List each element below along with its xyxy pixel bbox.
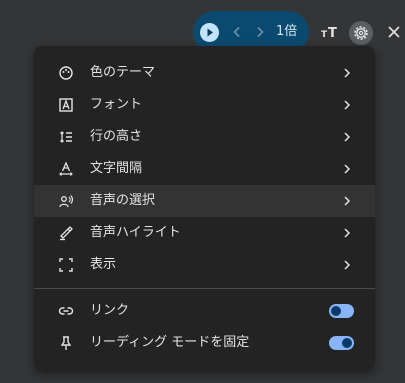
chevron-right-icon — [344, 228, 351, 238]
voice-icon — [59, 195, 74, 208]
menu-item-label: リンク — [90, 303, 130, 318]
chevron-right-icon — [344, 164, 351, 174]
gear-icon — [354, 26, 368, 40]
menu-item-label: 表示 — [90, 257, 117, 272]
chevron-right-icon — [344, 132, 351, 142]
chevron-right-icon — [344, 196, 351, 206]
chevron-right-icon — [344, 100, 351, 110]
font-icon — [59, 98, 73, 112]
menu-item-label: 行の高さ — [90, 129, 143, 144]
text-size-icon[interactable]: T T — [320, 22, 340, 42]
close-icon[interactable] — [384, 22, 404, 42]
menu-item-label: 色のテーマ — [90, 65, 156, 80]
menu-item-label: リーディング モードを固定 — [90, 335, 250, 350]
menu-item-label: フォント — [90, 97, 143, 112]
chevron-right-icon — [344, 68, 351, 78]
highlight-icon — [60, 226, 73, 241]
menu-divider — [34, 288, 375, 289]
pin-icon — [60, 336, 72, 350]
toggle-knob — [342, 338, 352, 348]
chevron-right-icon — [344, 260, 351, 270]
play-icon — [207, 28, 213, 37]
play-button[interactable] — [200, 23, 219, 42]
letter-spacing-icon — [59, 161, 73, 176]
menu-item-voice-selection[interactable]: 音声の選択 — [34, 185, 375, 217]
speed-button[interactable]: 1倍 — [276, 24, 297, 40]
link-icon — [58, 307, 74, 315]
toggle-knob — [331, 306, 341, 316]
svg-text:T: T — [328, 26, 337, 41]
next-icon[interactable] — [252, 24, 268, 40]
menu-item-letter-spacing[interactable]: 文字間隔 — [34, 153, 375, 185]
menu-item-font[interactable]: フォント — [34, 89, 375, 121]
svg-text:T: T — [321, 30, 328, 40]
menu-item-voice-highlight[interactable]: 音声ハイライト — [34, 217, 375, 249]
palette-icon — [59, 66, 73, 80]
links-toggle[interactable] — [329, 304, 354, 318]
previous-icon[interactable] — [229, 24, 245, 40]
fullscreen-icon — [59, 258, 73, 272]
line-height-icon — [60, 131, 72, 143]
menu-item-pin-reading-mode[interactable]: リーディング モードを固定 — [34, 327, 375, 359]
menu-item-display[interactable]: 表示 — [34, 249, 375, 281]
menu-item-color-theme[interactable]: 色のテーマ — [34, 57, 375, 89]
menu-item-links[interactable]: リンク — [34, 295, 375, 327]
menu-item-label: 音声ハイライト — [90, 225, 181, 240]
menu-item-label: 音声の選択 — [90, 193, 156, 208]
menu-item-label: 文字間隔 — [90, 161, 143, 176]
menu-item-line-height[interactable]: 行の高さ — [34, 121, 375, 153]
settings-button[interactable] — [349, 21, 373, 45]
pin-reading-mode-toggle[interactable] — [329, 336, 354, 350]
